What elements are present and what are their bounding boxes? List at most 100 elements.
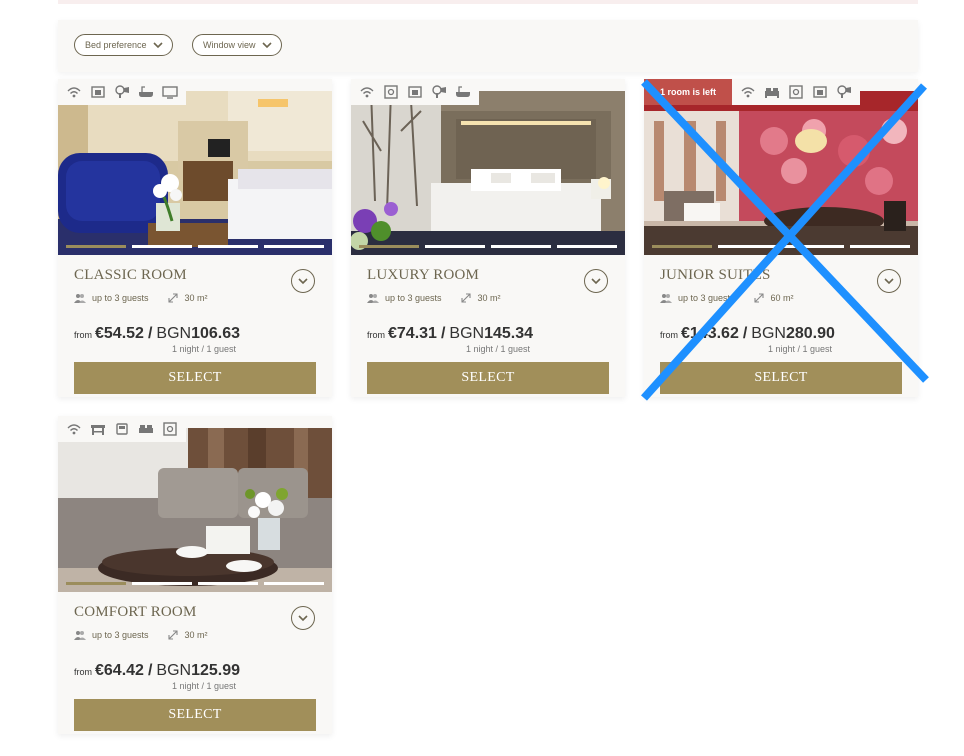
availability-badge: 1 room is left (644, 79, 732, 105)
chevron-down-icon (152, 42, 163, 49)
expand-details-button[interactable] (877, 269, 901, 293)
bed-preference-label: Bed preference (85, 40, 147, 50)
window-view-label: Window view (203, 40, 256, 50)
safe-icon (789, 85, 803, 99)
price-separator: / (440, 325, 446, 342)
price: from €74.31 / BGN 145.34 (367, 325, 533, 343)
wifi-icon (67, 87, 81, 98)
room-title: LUXURY ROOM (367, 267, 480, 283)
tv-icon (162, 86, 178, 99)
price-basis: 1 night / 1 guest (768, 344, 833, 354)
guests-icon (74, 294, 86, 303)
amenity-icons (732, 79, 860, 105)
expand-details-button[interactable] (291, 269, 315, 293)
room-photo[interactable] (351, 91, 625, 255)
single-bed-icon (116, 423, 128, 435)
amenity-icons (58, 416, 186, 442)
room-card-luxury: LUXURY ROOM up to 3 guests 30 m² from €7… (351, 79, 625, 397)
chevron-down-icon (884, 278, 894, 285)
price-basis: 1 night / 1 guest (466, 344, 531, 354)
guests-icon (367, 294, 379, 303)
price-bgn: 106.63 (191, 325, 240, 342)
minibar-icon (408, 86, 422, 98)
room-photo[interactable] (58, 428, 332, 592)
hairdryer-icon (837, 85, 851, 98)
room-size: 30 m² (477, 293, 501, 303)
chevron-down-icon (591, 278, 601, 285)
room-size: 30 m² (184, 293, 208, 303)
price-eur: €143.62 (681, 325, 739, 342)
price-basis: 1 night / 1 guest (172, 681, 237, 691)
room-photo[interactable] (644, 91, 918, 255)
amenity-icons (58, 79, 186, 105)
bathtub-icon (456, 86, 470, 97)
price-separator: / (147, 325, 153, 342)
price-bgn: 145.34 (484, 325, 533, 342)
price-eur: €74.31 (388, 325, 437, 342)
photo-carousel-indicators[interactable] (652, 245, 910, 248)
room-size-icon (753, 293, 764, 303)
hairdryer-icon (432, 85, 446, 98)
room-title: JUNIOR SUITES (660, 267, 771, 283)
photo-carousel-indicators[interactable] (359, 245, 617, 248)
safe-icon (384, 85, 398, 99)
expand-details-button[interactable] (291, 606, 315, 630)
room-meta: up to 3 guests 30 m² (74, 630, 208, 640)
price-currency: BGN (156, 662, 192, 679)
room-card-junior-suites: 1 room is left JUNIOR SUITES up to 3 gue… (644, 79, 918, 397)
room-size-icon (460, 293, 471, 303)
hairdryer-icon (115, 85, 129, 98)
wifi-icon (360, 87, 374, 98)
room-title: COMFORT ROOM (74, 604, 197, 620)
price: from €143.62 / BGN 280.90 (660, 325, 835, 343)
guest-capacity: up to 3 guests (92, 293, 149, 303)
select-room-button[interactable]: SELECT (367, 362, 609, 394)
price-eur: €54.52 (95, 325, 144, 342)
photo-carousel-indicators[interactable] (66, 245, 324, 248)
room-photo[interactable] (58, 91, 332, 255)
bathtub-icon (139, 86, 153, 97)
room-meta: up to 3 guests 60 m² (660, 293, 794, 303)
guest-capacity: up to 3 guests (385, 293, 442, 303)
price-currency: BGN (156, 325, 192, 342)
room-meta: up to 3 guests 30 m² (74, 293, 208, 303)
price-currency: BGN (449, 325, 485, 342)
photo-carousel-indicators[interactable] (66, 582, 324, 585)
price-basis: 1 night / 1 guest (172, 344, 237, 354)
expand-details-button[interactable] (584, 269, 608, 293)
price-separator: / (147, 662, 153, 679)
price: from €54.52 / BGN 106.63 (74, 325, 240, 343)
guests-icon (660, 294, 672, 303)
filter-bar: Bed preference Window view (58, 20, 918, 72)
price-from-label: from (74, 667, 92, 677)
guest-capacity: up to 3 guests (92, 630, 149, 640)
bed-icon (765, 88, 779, 98)
guest-capacity: up to 3 guests (678, 293, 735, 303)
room-size: 30 m² (184, 630, 208, 640)
room-meta: up to 3 guests 30 m² (367, 293, 501, 303)
price-separator: / (742, 325, 748, 342)
double-bed-icon (139, 425, 153, 433)
price-from-label: from (660, 330, 678, 340)
guests-icon (74, 631, 86, 640)
bed-preference-dropdown[interactable]: Bed preference (74, 34, 173, 56)
chevron-down-icon (298, 278, 308, 285)
price-bgn: 125.99 (191, 662, 240, 679)
window-view-dropdown[interactable]: Window view (192, 34, 282, 56)
select-room-button[interactable]: SELECT (74, 699, 316, 731)
room-size-icon (167, 293, 178, 303)
chevron-down-icon (298, 615, 308, 622)
top-divider (58, 0, 918, 4)
price-eur: €64.42 (95, 662, 144, 679)
wifi-icon (741, 87, 755, 98)
room-card-classic: CLASSIC ROOM up to 3 guests 30 m² from €… (58, 79, 332, 397)
price-from-label: from (74, 330, 92, 340)
select-room-button[interactable]: SELECT (74, 362, 316, 394)
select-room-button[interactable]: SELECT (660, 362, 902, 394)
price-currency: BGN (751, 325, 786, 342)
safe-icon (163, 422, 177, 436)
desk-icon (91, 425, 105, 435)
minibar-icon (91, 86, 105, 98)
wifi-icon (67, 424, 81, 435)
room-card-comfort: COMFORT ROOM up to 3 guests 30 m² from €… (58, 416, 332, 734)
